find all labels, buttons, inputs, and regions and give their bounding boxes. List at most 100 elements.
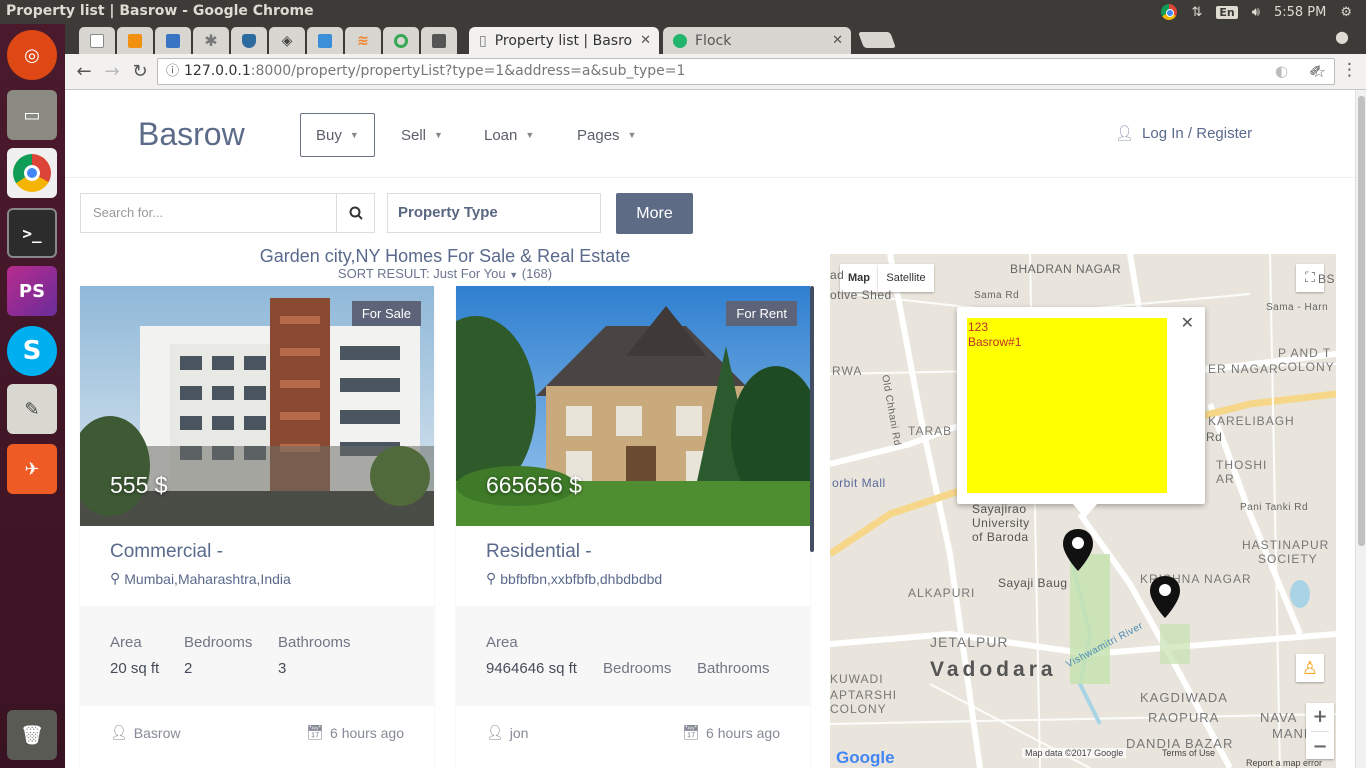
property-type-select[interactable]: Property Type <box>387 193 601 233</box>
map-label: Pani Tanki Rd <box>1240 502 1309 513</box>
menu-sell[interactable]: Sell ▼ <box>401 113 443 157</box>
tab-close-icon[interactable]: ✕ <box>640 33 651 48</box>
map-label: ad <box>830 268 845 282</box>
sort-result: SORT RESULT: Just For You ▼ (168) <box>80 266 810 281</box>
pinned-tab[interactable] <box>231 27 267 54</box>
tab-close-icon[interactable]: ✕ <box>832 33 843 48</box>
doc-tab-icon <box>90 33 104 48</box>
map-marker-pin[interactable] <box>1150 576 1180 618</box>
tab-flock[interactable]: Flock ✕ <box>663 27 851 54</box>
back-arrow-icon[interactable]: ← <box>73 61 95 83</box>
shield-tab-icon <box>242 33 256 48</box>
pegman-icon[interactable]: ♙ <box>1296 654 1324 682</box>
search-icon <box>349 206 363 220</box>
pinned-tab[interactable] <box>155 27 191 54</box>
pinned-tab[interactable]: ≋ <box>345 27 381 54</box>
pinned-tab[interactable]: ◈ <box>269 27 305 54</box>
property-title[interactable]: Commercial - <box>110 541 223 563</box>
property-card[interactable]: For Sale 555 $ Commercial - ⚲ Mumbai,Mah… <box>80 286 434 768</box>
chrome-icon[interactable] <box>7 148 57 198</box>
profile-icon[interactable]: ● <box>1335 27 1349 46</box>
db-tab-icon <box>166 33 180 48</box>
sort-dropdown[interactable]: Just For You <box>433 266 505 281</box>
pinned-tab[interactable] <box>117 27 153 54</box>
map-label: KUWADI <box>830 672 884 686</box>
chrome-menu-icon[interactable]: ⋮ <box>1341 60 1358 80</box>
map-label: HASTINAPUR <box>1242 538 1330 552</box>
text-editor-icon[interactable]: ✎ <box>7 384 57 434</box>
map-label: Sama Rd <box>974 290 1020 301</box>
url-host: 127.0.0.1 <box>184 63 251 79</box>
menu-buy[interactable]: Buy ▼ <box>300 113 375 157</box>
network-icon[interactable]: ⇅ <box>1191 5 1202 20</box>
status-badge: For Rent <box>726 301 797 326</box>
property-title[interactable]: Residential - <box>486 541 592 563</box>
close-icon[interactable]: ✕ <box>1181 313 1194 332</box>
map-label: APTARSHI <box>830 688 898 702</box>
phpstorm-icon[interactable]: PS <box>7 266 57 316</box>
address-bar[interactable]: ⓘ 127.0.0.1:8000/property/propertyList?t… <box>157 58 1335 85</box>
zoom-out-button[interactable]: − <box>1312 736 1327 757</box>
caret-down-icon[interactable]: ▼ <box>509 270 518 280</box>
agent[interactable]: 👤︎ Basrow <box>110 724 180 741</box>
search-button[interactable] <box>336 193 375 233</box>
address-text: bbfbfbn,xxbfbfb,dhbdbdbd <box>500 570 663 587</box>
property-address: ⚲ bbfbfbn,xxbfbfb,dhbdbdbd <box>486 570 662 587</box>
user-icon: 👤︎ <box>1115 125 1135 142</box>
pinned-tab[interactable] <box>421 27 457 54</box>
launcher: ◎ ▭ >_ PS S ✎ ✈ 🗑︎ <box>0 24 65 768</box>
menu-loan[interactable]: Loan ▼ <box>484 113 534 157</box>
pinned-tab[interactable] <box>383 27 419 54</box>
map-label: RAOPURA <box>1148 710 1220 725</box>
map-label: University <box>972 516 1030 530</box>
google-logo[interactable]: Google <box>836 748 895 768</box>
tab-property-list[interactable]: ▯ Property list | Basro ✕ <box>469 27 659 54</box>
page-tab-icon: ▯ <box>479 32 487 49</box>
area-label: Area <box>486 634 518 651</box>
menu-pages[interactable]: Pages ▼ <box>577 113 636 157</box>
site-logo[interactable]: Basrow <box>138 116 245 153</box>
forward-arrow-icon[interactable]: → <box>101 61 123 83</box>
power-icon[interactable]: ⚙ <box>1340 5 1352 20</box>
pinned-tab[interactable] <box>307 27 343 54</box>
postman-icon[interactable]: ✈ <box>7 444 57 494</box>
extension-icon[interactable]: ◐ <box>1275 62 1288 80</box>
map-label: JETALPUR <box>930 634 1009 650</box>
reload-icon[interactable]: ↻ <box>129 61 151 83</box>
pinned-tab[interactable]: ✱ <box>193 27 229 54</box>
map-marker-pin[interactable] <box>1063 529 1093 571</box>
zoom-in-button[interactable]: + <box>1312 706 1327 727</box>
pinned-tab[interactable] <box>79 27 115 54</box>
terms-link[interactable]: Terms of Use <box>1162 748 1215 758</box>
page-viewport: Basrow Buy ▼ Sell ▼ Loan ▼ Pages ▼ 👤︎ Lo… <box>65 90 1355 768</box>
info-line-1: 123 <box>968 320 989 334</box>
report-map-error-link[interactable]: Report a map error <box>1246 758 1322 768</box>
scrollbar-thumb[interactable] <box>1358 96 1365 546</box>
chevron-down-icon: ▼ <box>434 130 443 140</box>
info-icon[interactable]: ⓘ <box>166 59 179 84</box>
circle-tab-icon <box>394 33 408 48</box>
terminal-icon[interactable]: >_ <box>7 208 57 258</box>
keyboard-language-indicator[interactable]: En <box>1216 5 1238 19</box>
google-map[interactable]: Map Satellite ⛶ BHADRAN NAGAR Sama Rd Sa… <box>830 254 1336 768</box>
login-register-link[interactable]: 👤︎ Log In / Register <box>1115 124 1252 143</box>
new-tab-button[interactable] <box>858 32 896 48</box>
extension-eyedropper-icon[interactable]: ✐ <box>1309 62 1322 80</box>
map-marker-icon: ⚲ <box>110 570 121 586</box>
map-info-window[interactable]: 123 Basrow#1 ✕ <box>957 307 1205 518</box>
menu-label: Loan <box>484 126 518 144</box>
volume-icon[interactable]: 🔊︎ <box>1252 5 1260 20</box>
skype-icon[interactable]: S <box>7 326 57 376</box>
area-value: 20 sq ft <box>110 660 160 677</box>
page-scrollbar[interactable] <box>1355 90 1366 768</box>
search-input[interactable]: Search for... <box>80 193 337 233</box>
property-card[interactable]: For Rent 665656 $ Residential - ⚲ bbfbfb… <box>456 286 810 768</box>
chrome-tray-icon[interactable] <box>1161 4 1178 20</box>
more-button[interactable]: More <box>616 193 693 234</box>
files-icon[interactable]: ▭ <box>7 90 57 140</box>
trash-icon[interactable]: 🗑︎ <box>7 710 57 760</box>
clock[interactable]: 5:58 PM <box>1274 5 1326 20</box>
agent[interactable]: 👤︎ jon <box>486 724 528 741</box>
ubuntu-dash-icon[interactable]: ◎ <box>7 30 57 80</box>
listing-scrollbar[interactable] <box>810 286 814 552</box>
